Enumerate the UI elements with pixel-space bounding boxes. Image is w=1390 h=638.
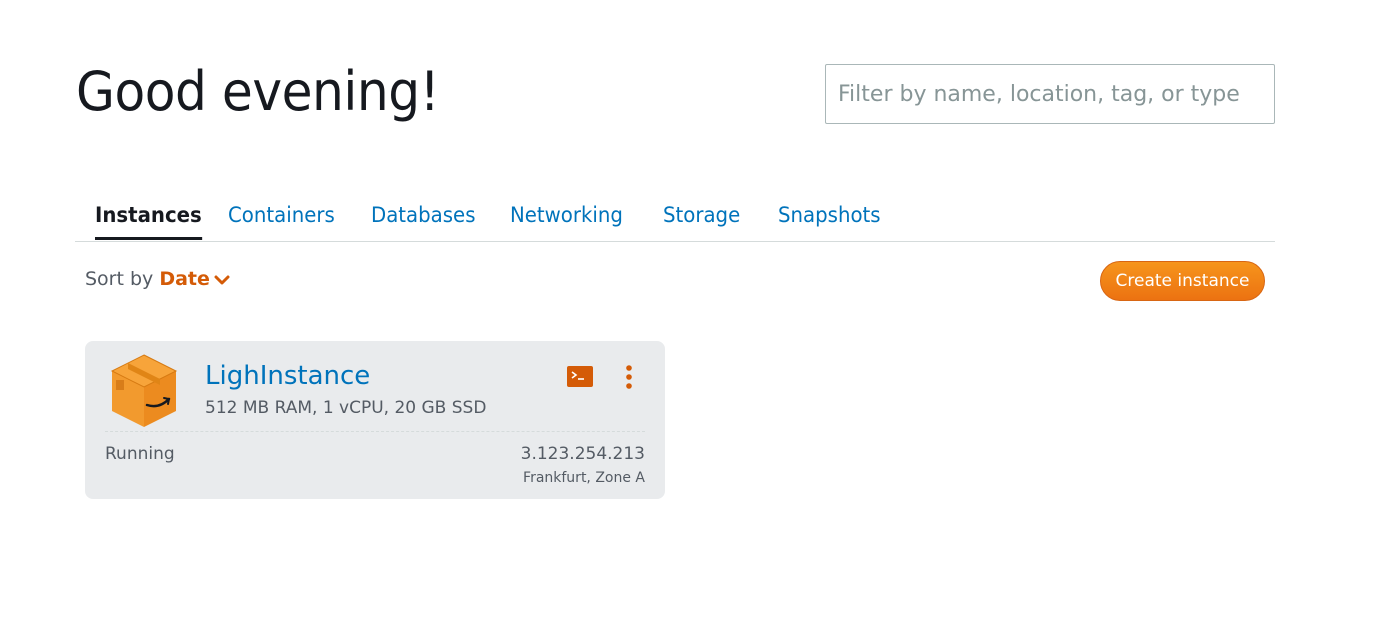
instance-location: Frankfurt, Zone A [523,470,645,486]
card-divider [105,431,645,432]
instance-name[interactable]: LighInstance [205,361,370,391]
chevron-down-icon [214,275,230,284]
sort-label: Sort by [85,268,154,290]
tab-databases[interactable]: Databases [371,196,475,240]
amazon-box-icon [110,354,178,427]
tab-containers[interactable]: Containers [228,196,335,240]
tab-storage[interactable]: Storage [663,196,740,240]
tab-bar: Instances Containers Databases Networkin… [75,196,1275,242]
instance-status: Running [105,444,175,464]
sort-value: Date [159,268,210,290]
more-options-icon[interactable] [621,365,637,389]
page: Good evening! Instances Containers Datab… [0,0,1390,638]
sort-dropdown[interactable]: Date [159,268,230,290]
filter-input[interactable] [825,64,1275,124]
tab-snapshots[interactable]: Snapshots [778,196,881,240]
sort-control: Sort by Date [85,268,230,290]
terminal-icon[interactable] [567,366,593,387]
tab-instances[interactable]: Instances [95,196,202,240]
instance-specs: 512 MB RAM, 1 vCPU, 20 GB SSD [205,398,487,418]
instance-ip: 3.123.254.213 [520,444,645,464]
instance-card: LighInstance 512 MB RAM, 1 vCPU, 20 GB S… [85,341,665,499]
create-instance-button[interactable]: Create instance [1100,261,1265,301]
tab-networking[interactable]: Networking [510,196,623,240]
page-title: Good evening! [76,60,440,123]
